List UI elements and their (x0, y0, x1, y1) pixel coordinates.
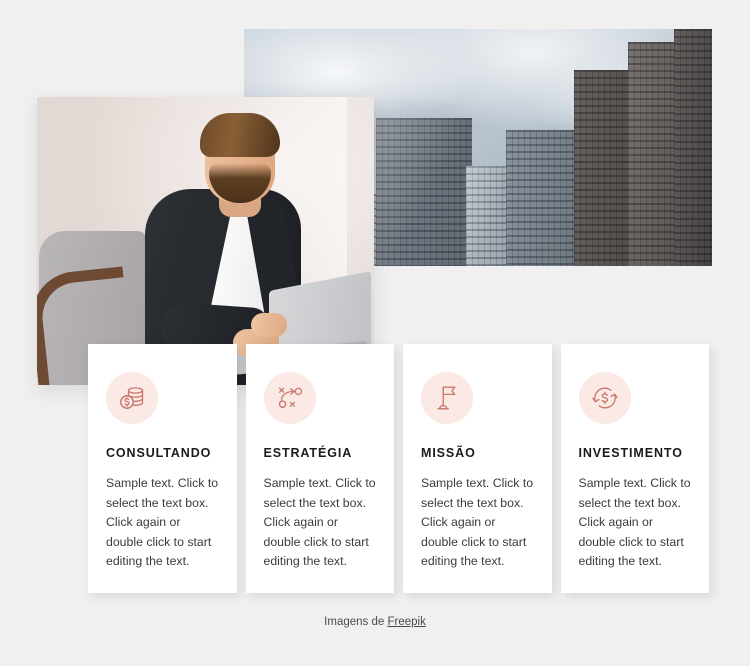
building-6 (506, 130, 584, 266)
businessman-photo (37, 97, 374, 385)
page-canvas: CONSULTANDO Sample text. Click to select… (0, 0, 750, 666)
card-body-text: Sample text. Click to select the text bo… (106, 476, 219, 568)
attribution-prefix: Imagens de (324, 616, 388, 628)
feature-card-consultando[interactable]: CONSULTANDO Sample text. Click to select… (88, 344, 237, 593)
feature-card-investimento[interactable]: INVESTIMENTO Sample text. Click to selec… (560, 344, 709, 593)
feature-card-estrategia[interactable]: ESTRATÉGIA Sample text. Click to select … (245, 344, 394, 593)
card-title: ESTRATÉGIA (263, 446, 353, 460)
feature-cards-row: CONSULTANDO Sample text. Click to select… (88, 344, 709, 593)
currency-exchange-refresh-icon (578, 372, 631, 424)
feature-card-missao[interactable]: MISSÃO Sample text. Click to select the … (403, 344, 552, 593)
card-title: INVESTIMENTO (578, 446, 683, 460)
card-body-text: Sample text. Click to select the text bo… (263, 476, 376, 568)
card-body-text: Sample text. Click to select the text bo… (421, 476, 534, 568)
building-9 (674, 29, 712, 266)
flag-icon (421, 372, 473, 424)
coins-stack-dollar-icon (106, 372, 158, 424)
freepik-link[interactable]: Freepik (387, 616, 425, 628)
strategy-playbook-icon (263, 372, 316, 424)
hair (200, 113, 280, 157)
image-attribution: Imagens de Freepik (0, 616, 750, 628)
card-title: MISSÃO (421, 446, 476, 460)
card-body-text: Sample text. Click to select the text bo… (578, 476, 691, 568)
building-4 (376, 118, 472, 266)
card-title: CONSULTANDO (106, 446, 212, 460)
right-hand (251, 313, 287, 337)
